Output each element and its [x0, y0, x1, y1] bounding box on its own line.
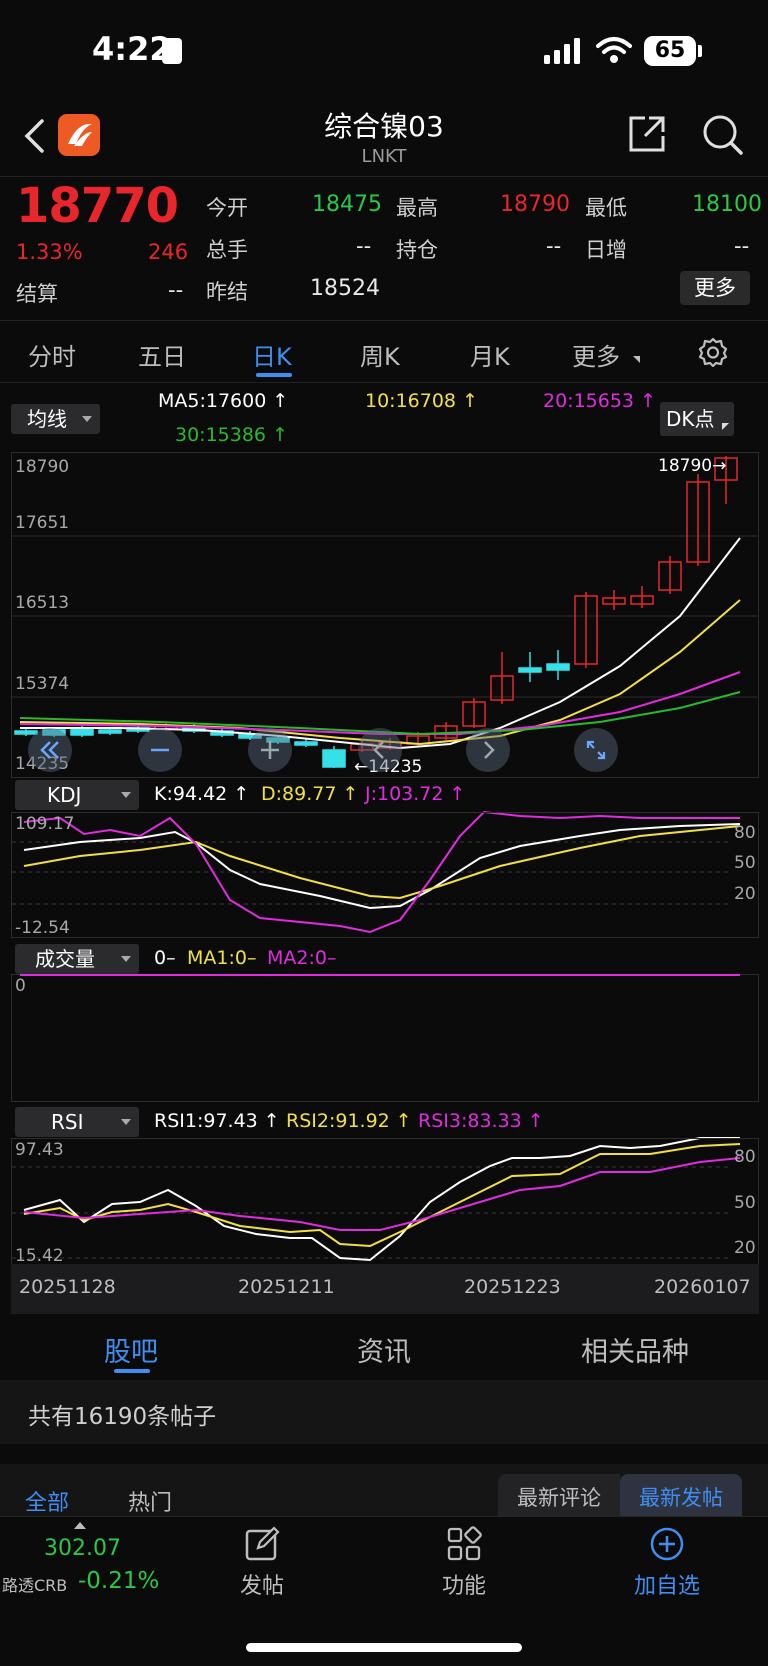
right-arrow-icon: → — [712, 456, 727, 476]
kline-svg — [12, 456, 757, 1262]
index-name: 路透CRB — [2, 1576, 68, 1595]
date-label-2: 20251211 — [238, 1276, 335, 1298]
kdj-level-20: 20 — [734, 884, 756, 904]
kdj-chart[interactable] — [11, 812, 759, 938]
candle-body — [98, 729, 122, 734]
date-label-1: 20251128 — [19, 1276, 116, 1298]
kline-y-label-2: 17651 — [15, 513, 70, 533]
zoom-in-button[interactable] — [248, 728, 292, 772]
volume-value-text: 0 — [154, 947, 167, 969]
kline-marks — [14, 456, 741, 768]
volume-value-legend: 0– — [154, 947, 176, 969]
compose-icon[interactable] — [244, 1526, 280, 1562]
candle-body — [322, 749, 346, 768]
volume-ma-line — [20, 974, 740, 976]
rsi-y-bottom: 15.42 — [15, 1246, 64, 1266]
kdj-j-value: J:103.72 ↑ — [365, 783, 465, 805]
section-gap — [0, 1444, 768, 1464]
nav-post-label[interactable]: 发帖 — [240, 1568, 284, 1600]
kline-y-label-4: 15374 — [15, 674, 70, 694]
kdj-k-text: K:94.42 — [154, 783, 228, 805]
up-arrow-icon: ↑ — [342, 783, 359, 805]
rsi3-text: RSI3:83.33 — [418, 1110, 522, 1132]
index-change: -0.21% — [78, 1568, 160, 1594]
rsi-selector[interactable]: RSI — [15, 1107, 139, 1137]
kdj-d-text: D:89.77 — [261, 783, 337, 805]
kdj-y-bottom: -12.54 — [15, 918, 70, 938]
rsi-level-20: 20 — [734, 1238, 756, 1258]
tab-news[interactable]: 资讯 — [357, 1330, 411, 1369]
index-up-caret-icon — [74, 1522, 86, 1529]
index-value: 302.07 — [44, 1536, 121, 1561]
candle-body — [70, 727, 94, 736]
tab-forum-underline — [114, 1369, 150, 1373]
rsi1-text: RSI1:97.43 — [154, 1110, 258, 1132]
home-indicator — [246, 1643, 522, 1652]
kline-y-label-3: 16513 — [15, 593, 70, 613]
up-arrow-icon: ↑ — [263, 1110, 280, 1132]
rsi3-value: RSI3:83.33 ↑ — [418, 1110, 544, 1132]
kline-y-label-top: 18790 — [15, 457, 70, 477]
latest-comment-label: 最新评论 — [517, 1486, 601, 1510]
volume-y-label: 0 — [15, 976, 26, 996]
volume-chart[interactable] — [11, 974, 759, 1102]
rsi-y-top: 97.43 — [15, 1140, 64, 1160]
filter-all[interactable]: 全部 — [25, 1485, 69, 1517]
volume-selector-label: 成交量 — [35, 947, 95, 971]
step-left-button[interactable] — [358, 728, 402, 772]
kdj-selector-label: KDJ — [47, 783, 82, 807]
rsi-selector-label: RSI — [51, 1110, 84, 1134]
tab-forum[interactable]: 股吧 — [104, 1330, 158, 1369]
filter-latest-post[interactable]: 最新发帖 — [620, 1474, 742, 1516]
kdj-level-80: 80 — [734, 823, 756, 843]
date-label-4: 20260107 — [654, 1276, 751, 1298]
kdj-selector[interactable]: KDJ — [15, 780, 139, 810]
ma20-line — [19, 671, 741, 735]
kdj-d-value: D:89.77 ↑ — [261, 783, 358, 805]
candle-body — [518, 667, 542, 673]
candle-body — [294, 741, 318, 746]
high-marker: 18790→ — [658, 456, 726, 476]
fullscreen-button[interactable] — [574, 728, 618, 772]
rsi2-value: RSI2:91.92 ↑ — [286, 1110, 412, 1132]
volume-ma2-text: MA2:0 — [267, 947, 327, 969]
filter-hot[interactable]: 热门 — [128, 1485, 172, 1517]
date-label-3: 20251223 — [464, 1276, 561, 1298]
volume-ma1-text: MA1:0 — [187, 947, 247, 969]
zoom-out-button[interactable] — [138, 728, 182, 772]
add-circle-icon[interactable] — [649, 1526, 685, 1562]
up-arrow-icon: ↑ — [527, 1110, 544, 1132]
up-arrow-icon: ↑ — [449, 783, 466, 805]
filter-latest-comment[interactable]: 最新评论 — [498, 1474, 620, 1516]
tab-related[interactable]: 相关品种 — [581, 1330, 689, 1369]
high-marker-text: 18790 — [658, 456, 713, 476]
kdj-j-text: J:103.72 — [365, 783, 444, 805]
scroll-left-button[interactable] — [28, 728, 72, 772]
step-right-button[interactable] — [466, 728, 510, 772]
latest-post-label: 最新发帖 — [639, 1486, 723, 1510]
nav-add-watchlist-label[interactable]: 加自选 — [634, 1568, 700, 1600]
nav-functions-label[interactable]: 功能 — [442, 1568, 486, 1600]
rsi-chart[interactable] — [11, 1138, 759, 1266]
rsi-level-50: 50 — [734, 1193, 756, 1213]
functions-icon[interactable] — [446, 1526, 482, 1562]
kdj-level-50: 50 — [734, 853, 756, 873]
volume-ma2-legend: MA2:0– — [267, 947, 337, 969]
post-count: 共有16190条帖子 — [28, 1404, 217, 1430]
rsi2-text: RSI2:91.92 — [286, 1110, 390, 1132]
date-axis — [11, 1264, 759, 1314]
up-arrow-icon: ↑ — [395, 1110, 412, 1132]
ma10-line — [19, 599, 741, 746]
rsi1-value: RSI1:97.43 ↑ — [154, 1110, 280, 1132]
volume-selector[interactable]: 成交量 — [15, 944, 139, 974]
kdj-y-top: 109.17 — [15, 814, 75, 834]
up-arrow-icon: ↑ — [233, 783, 250, 805]
volume-ma1-legend: MA1:0– — [187, 947, 257, 969]
candle-body — [546, 663, 570, 671]
kdj-k-value: K:94.42 ↑ — [154, 783, 249, 805]
rsi-level-80: 80 — [734, 1147, 756, 1167]
